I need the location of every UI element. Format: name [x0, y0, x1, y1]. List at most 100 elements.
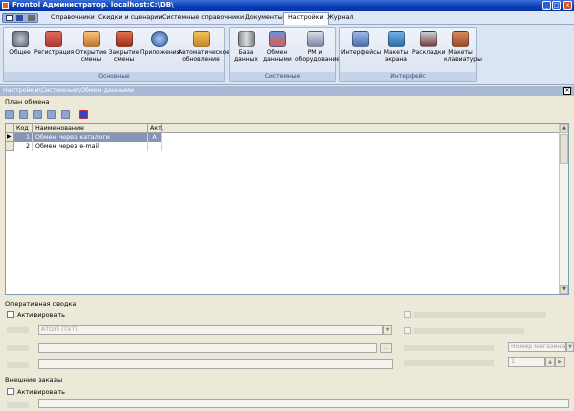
send-summary-checkbox[interactable]	[404, 311, 411, 318]
menu-documents[interactable]: Документы	[241, 13, 287, 24]
menu-settings[interactable]: Настройки	[283, 12, 329, 25]
path-label-placeholder	[7, 345, 29, 351]
title-bar: Frontol Администратор. localhost:C:\DB\ …	[0, 0, 574, 11]
column-header-active[interactable]: Акт.	[148, 124, 164, 133]
data-exchange-button[interactable]: Обмен данными	[263, 31, 292, 63]
row-indicator	[6, 142, 14, 151]
maximize-button[interactable]: □	[552, 1, 561, 10]
counter-spin-icon[interactable]: ▲	[545, 357, 555, 367]
email-label-placeholder	[7, 362, 29, 368]
shift-open-icon	[82, 31, 100, 47]
summary-option-label-placeholder	[414, 328, 524, 334]
exchange-plan-grid: Код Наименование Акт. ▶ 1 Обмен через ка…	[5, 123, 569, 295]
table-row[interactable]: 2 Обмен через e-mail	[6, 142, 559, 151]
delete-icon[interactable]	[47, 110, 56, 119]
shift-open-button[interactable]: Открытие смены	[74, 31, 108, 63]
store-number-field[interactable]: Номер магазина	[508, 342, 566, 352]
email-field[interactable]	[38, 359, 393, 369]
register-icon	[44, 31, 62, 47]
operative-summary-title: Оперативная сводка	[5, 300, 77, 308]
cell-name: Обмен через каталоги	[33, 133, 148, 142]
database-icon	[237, 31, 255, 47]
keyboard-layouts-button[interactable]: Раскладки	[412, 31, 445, 56]
table-row[interactable]: ▶ 1 Обмен через каталоги А	[6, 133, 559, 142]
menu-journal[interactable]: Журнал	[323, 13, 358, 24]
app-icon	[2, 2, 9, 9]
cell-active	[148, 142, 162, 151]
menu-directories[interactable]: Справочники	[47, 13, 99, 24]
group-label-main: Основные	[4, 72, 224, 81]
keyboard-layout-icon	[419, 31, 437, 47]
gears-icon	[11, 31, 29, 47]
auto-update-icon	[192, 31, 210, 47]
close-window-button[interactable]: x	[563, 1, 572, 10]
menu-bar: Справочники Скидки и сценарии Системные …	[0, 11, 574, 25]
operative-summary-activate-checkbox[interactable]	[7, 311, 14, 318]
equipment-button[interactable]: РМ и оборудование	[295, 31, 340, 63]
screen-layout-button[interactable]: Макеты экрана	[382, 31, 410, 63]
ribbon-group-interface: Интерфейсы Макеты экрана Раскладки Макет…	[339, 27, 482, 82]
close-tab-button[interactable]: ✕	[563, 87, 571, 95]
menu-discounts[interactable]: Скидки и сценарии	[94, 13, 166, 24]
shift-close-icon	[115, 31, 133, 47]
row-indicator: ▶	[6, 133, 14, 142]
interfaces-button[interactable]: Интерфейсы	[341, 31, 381, 56]
registration-button[interactable]: Регистрация	[34, 31, 74, 56]
cell-active: А	[148, 133, 162, 142]
keyboard-layout-button[interactable]: Макеты клавиатуры	[444, 31, 482, 63]
column-header-name[interactable]: Наименование	[33, 124, 148, 133]
save-icon[interactable]	[28, 15, 35, 21]
ribbon-group-main: Общее Регистрация Открытие смены Закрыти…	[3, 27, 230, 82]
send-summary-label-placeholder	[414, 312, 546, 318]
scroll-up-icon[interactable]: ▲	[560, 124, 568, 133]
external-orders-activate-label: Активировать	[17, 388, 65, 396]
interfaces-icon	[351, 31, 369, 47]
exchange-plan-title: План обмена	[5, 98, 50, 106]
external-orders-activate-checkbox[interactable]	[7, 388, 14, 395]
counter-field[interactable]: 1	[508, 357, 545, 367]
scroll-down-icon[interactable]: ▼	[560, 285, 568, 294]
ribbon: Общее Регистрация Открытие смены Закрыти…	[0, 25, 574, 85]
store-dropdown-icon[interactable]: ▼	[566, 342, 574, 352]
external-path-field[interactable]	[38, 399, 569, 408]
app-menu-icon[interactable]	[6, 15, 13, 21]
breadcrumb: Настройки\Системные\Обмен данными ✕	[0, 86, 574, 96]
shift-close-button[interactable]: Закрытие смены	[108, 31, 140, 63]
path-field[interactable]	[38, 343, 377, 353]
data-exchange-icon	[268, 31, 286, 47]
summary-option-checkbox[interactable]	[404, 327, 411, 334]
cell-code: 1	[14, 133, 33, 142]
auto-update-button[interactable]: Автоматическое обновление	[178, 31, 230, 63]
cell-code: 2	[14, 142, 33, 151]
dropdown-icon[interactable]	[16, 15, 23, 21]
copy-icon[interactable]	[33, 110, 42, 119]
general-button[interactable]: Общее	[7, 31, 33, 56]
apps-icon	[150, 31, 168, 47]
refresh-icon[interactable]	[61, 110, 70, 119]
cell-name: Обмен через e-mail	[33, 142, 148, 151]
group-label-system: Системные	[230, 72, 335, 81]
header-corner	[6, 124, 14, 133]
quick-access-toolbar[interactable]	[2, 13, 38, 23]
filter-icon[interactable]	[79, 110, 88, 119]
column-header-code[interactable]: Код	[14, 124, 33, 133]
scroll-thumb[interactable]	[560, 134, 568, 164]
keyboard-icon	[452, 31, 469, 47]
group-label-interface: Интерфейс	[340, 72, 476, 81]
menu-system-directories[interactable]: Системные справочники	[158, 13, 248, 24]
minimize-button[interactable]: _	[542, 1, 551, 10]
grid-header: Код Наименование Акт.	[6, 124, 559, 133]
external-orders-title: Внешние заказы	[5, 376, 63, 384]
screen-layout-icon	[387, 31, 405, 47]
external-path-label-placeholder	[7, 402, 29, 408]
driver-field[interactable]: АТОЛ (TXT)	[38, 325, 383, 335]
counter-spin-icon-2[interactable]: ▶	[555, 357, 565, 367]
edit-icon[interactable]	[19, 110, 28, 119]
new-icon[interactable]	[5, 110, 14, 119]
store-label-placeholder	[404, 345, 494, 351]
apps-button[interactable]: Приложения	[140, 31, 180, 56]
vertical-scrollbar[interactable]: ▲ ▼	[559, 124, 568, 294]
driver-dropdown-icon[interactable]: ▼	[383, 325, 392, 335]
path-browse-button[interactable]: …	[380, 343, 392, 353]
database-button[interactable]: База данных	[232, 31, 260, 63]
